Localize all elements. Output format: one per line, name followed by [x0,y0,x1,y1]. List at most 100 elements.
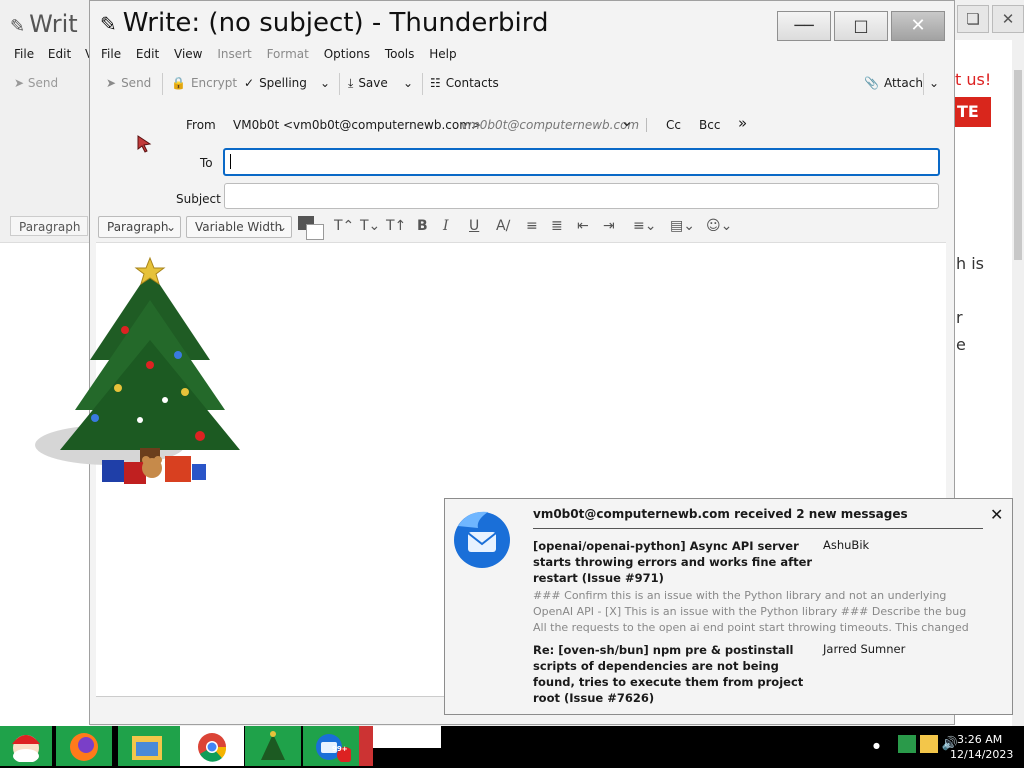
taskbar-blank-item[interactable] [373,726,441,748]
clock-time[interactable]: 3:26 AM [957,733,1002,746]
emoji-icon[interactable]: ☺⌄ [706,218,732,234]
download-icon: ⤓ [348,76,354,90]
bg-paragraph-select[interactable]: Paragraph [10,216,88,236]
spelling-button[interactable]: ✓ Spelling [244,76,307,90]
attach-button[interactable]: 📎 Attach [864,76,923,90]
christmas-tree-icon [35,256,240,484]
thunderbird-logo-icon [454,511,510,568]
notification-title: vm0b0t@computernewb.com received 2 new m… [533,507,908,521]
encrypt-button[interactable]: 🔒 Encrypt [171,76,237,90]
subject-input[interactable] [224,183,939,209]
clock-date[interactable]: 12/14/2023 [950,748,1013,761]
chevron-down-icon: ⌄ [165,220,176,234]
background-close-icon[interactable]: ✕ [992,5,1024,33]
menu-help[interactable]: Help [429,47,456,61]
santa-icon [12,735,40,762]
contacts-button[interactable]: ☷ Contacts [430,76,499,90]
chevron-down-icon: ⌄ [320,76,331,90]
to-input[interactable] [223,148,940,176]
notification-divider [533,528,983,529]
bold-icon[interactable]: B [417,218,428,234]
minimize-button[interactable]: ── [777,11,831,41]
chevron-down-icon[interactable]: ⌄ [621,114,633,130]
address-book-icon: ☷ [430,76,441,90]
save-button[interactable]: ⤓ Save [348,76,388,91]
bg-menu-file[interactable]: File [14,47,34,61]
menu-format[interactable]: Format [267,47,309,61]
paperclip-icon: 📎 [864,76,879,90]
taskbar-firefox[interactable] [56,726,112,766]
font-select[interactable]: Variable Width ⌄ [186,216,292,238]
align-icon[interactable]: ≡⌄ [633,218,656,234]
text-caret [230,154,231,169]
start-button[interactable] [0,726,52,766]
menu-insert[interactable]: Insert [217,47,251,61]
send-button[interactable]: ➤ Send [106,76,151,90]
from-identity: vm0b0t@computernewb.com [461,118,640,132]
spelling-dropdown[interactable]: ⌄ [320,76,330,90]
tray-dot-icon: ● [873,740,880,750]
header-separator [646,118,647,132]
taskbar-chrome[interactable] [180,726,244,766]
tray-network-icon[interactable] [919,735,938,753]
attach-dropdown[interactable]: ⌄ [929,76,939,90]
from-select[interactable]: VM0b0t <vm0b0t@computernewb.com> [233,118,481,132]
notification-message-author: AshuBik [823,538,870,552]
bg-send-button[interactable]: ➤ Send [14,76,58,90]
menu-tools[interactable]: Tools [385,47,415,61]
lock-icon: 🔒 [171,76,186,90]
menu-view[interactable]: View [174,47,202,61]
bg-menu-edit[interactable]: Edit [48,47,71,61]
clear-formatting-icon[interactable]: A∕ [496,218,510,234]
menu-options[interactable]: Options [324,47,370,61]
bg-scrollbar-thumb[interactable] [1014,70,1022,260]
save-dropdown[interactable]: ⌄ [403,76,413,90]
font-size-smaller-icon[interactable]: T⌃ [334,218,354,234]
indent-icon[interactable]: ⇥ [603,218,615,234]
close-button[interactable]: ✕ [891,11,945,41]
numbered-list-icon[interactable]: ≣ [551,218,563,234]
font-size-decrease-icon[interactable]: T⌄ [360,218,380,234]
insert-image-icon[interactable]: ▤⌄ [670,218,695,234]
window-title: ✎ Write: (no subject) - Thunderbird [100,8,549,38]
chevron-down-icon: ⌄ [403,76,414,90]
compose-toolbar: ➤ Send 🔒 Encrypt ✓ Spelling ⌄ ⤓ Save ⌄ ☷ Cont… [96,68,954,100]
notification-message-preview: ### Confirm this is an issue with the Py… [533,589,969,634]
toolbar-separator [422,73,423,95]
paragraph-format-select[interactable]: Paragraph ⌄ [98,216,181,238]
font-size-increase-icon[interactable]: T↑ [386,218,406,234]
italic-icon[interactable]: I [443,218,449,234]
bg-red-button[interactable]: TE [955,97,991,127]
firefox-icon [70,733,98,761]
underline-icon[interactable]: U [469,218,479,234]
bulleted-list-icon[interactable]: ≡ [526,218,538,234]
more-fields-icon[interactable]: » [738,114,747,132]
send-icon: ➤ [106,76,117,90]
bcc-button[interactable]: Bcc [699,118,720,132]
menu-edit[interactable]: Edit [136,47,159,61]
toolbar-separator [162,73,163,95]
spellcheck-icon: ✓ [244,76,255,90]
background-window-title: ✎ Writ [10,10,78,38]
outdent-icon[interactable]: ⇤ [577,218,589,234]
unread-badge: 99+ [332,745,348,753]
background-restore-icon[interactable]: ❏ [957,5,989,33]
taskbar-christmas-tree[interactable] [245,726,301,766]
notification-close-icon[interactable]: ✕ [990,505,1003,524]
cc-button[interactable]: Cc [666,118,681,132]
background-color-swatch[interactable] [306,224,324,240]
notification-message-subject[interactable]: [openai/openai-python] Async API server … [533,538,813,586]
taskbar-file-explorer[interactable] [118,726,180,766]
tray-security-icon[interactable] [897,735,916,753]
bg-contact-text: t us! [955,70,992,89]
chevron-down-icon: ⌄ [929,76,940,90]
menu-file[interactable]: File [101,47,121,61]
toolbar-separator [923,73,924,95]
to-label: To [200,156,213,170]
notification-message-subject[interactable]: Re: [oven-sh/bun] npm pre & postinstall … [533,642,813,706]
from-label: From [186,118,216,132]
maximize-button[interactable]: □ [834,11,888,41]
menubar: File Edit View Insert Format Options Too… [101,47,468,61]
minimize-icon: ── [794,16,814,35]
taskbar-thunderbird[interactable]: 99+ [303,726,359,766]
